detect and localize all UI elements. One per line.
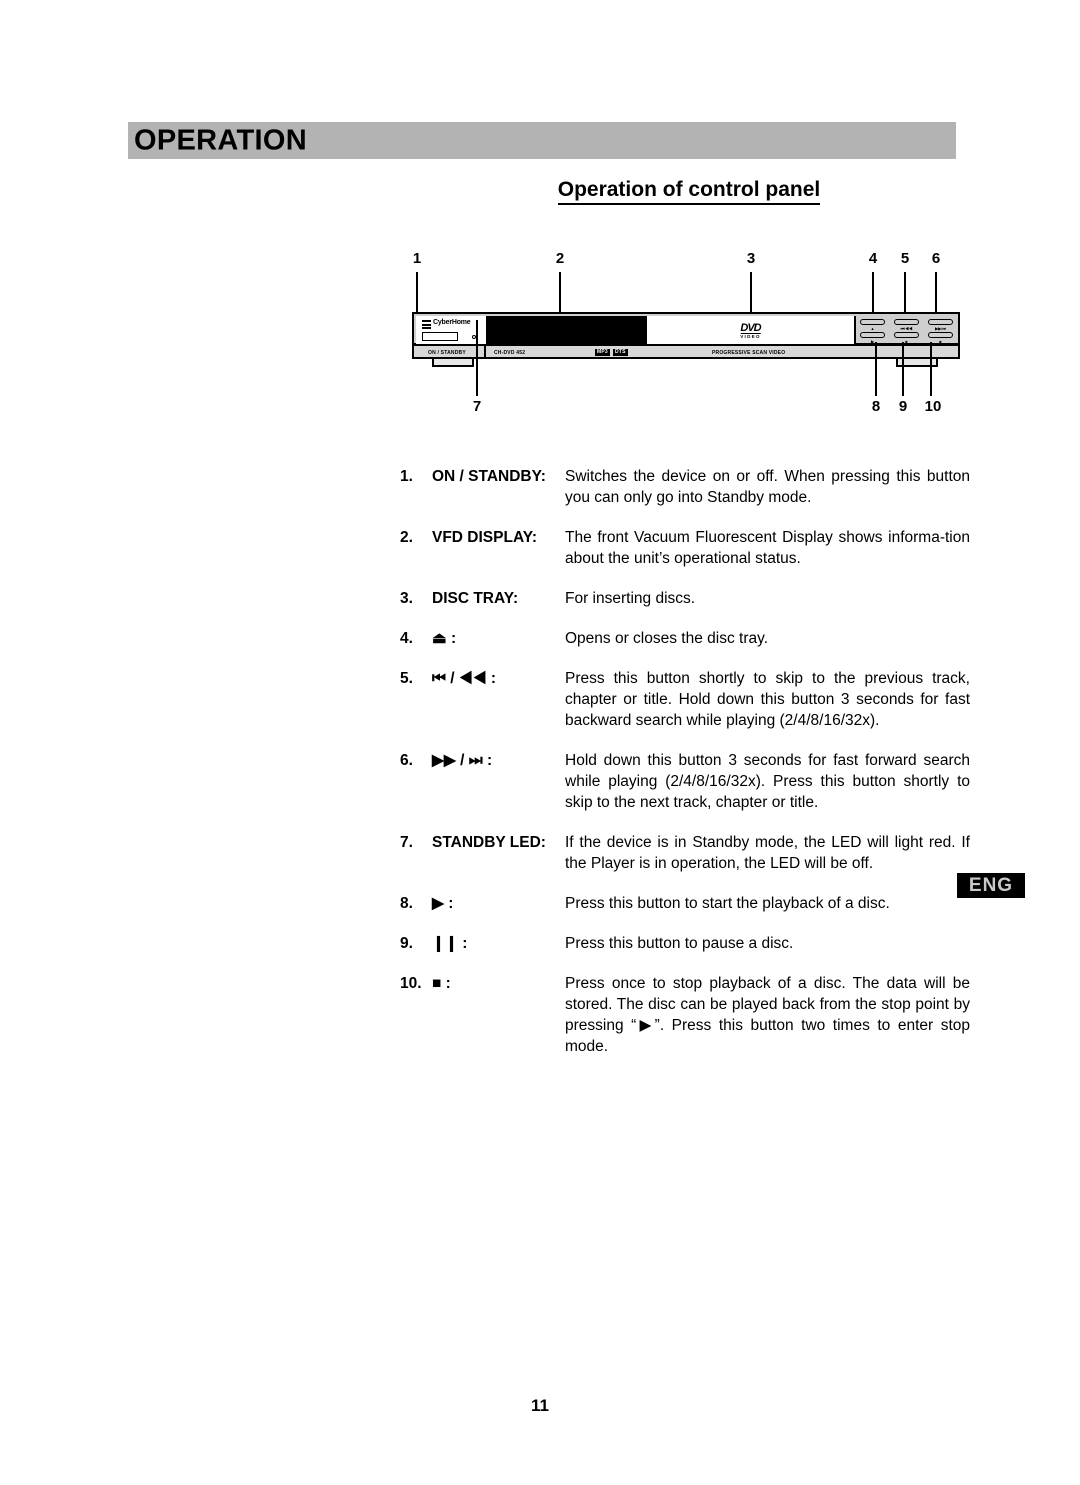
unit-front-face: CyberHome DVD VIDEO ▲ ⏮/◀◀ ▶▶/⏭ ▶ ■ ■ xyxy=(412,312,960,345)
item-description: Press this button shortly to skip to the… xyxy=(565,670,970,729)
dvd-logo-sub: VIDEO xyxy=(740,334,761,339)
page-title: OPERATION xyxy=(134,124,307,156)
callout-number-5: 5 xyxy=(900,250,910,267)
list-item: 7. STANDBY LED: If the device is in Stan… xyxy=(400,832,970,874)
language-side-tab-label: ENG xyxy=(968,874,1014,896)
leader-line-8 xyxy=(875,342,877,396)
leader-line-9 xyxy=(902,342,904,396)
item-description: Press once to stop playback of a disc. T… xyxy=(565,975,970,1055)
language-side-tab: ENG xyxy=(957,873,1025,898)
page-number: 11 xyxy=(531,1396,549,1415)
item-term-previous-rewind-icon: ⏮ / ◀◀ : xyxy=(432,670,496,687)
item-term-forward-next-icon: ▶▶ / ⏭ : xyxy=(432,752,493,769)
list-item: 1. ON / STANDBY: Switches the device on … xyxy=(400,466,970,508)
item-description: Opens or closes the disc tray. xyxy=(565,630,769,647)
item-number: 1. xyxy=(400,468,413,485)
brand-name-label: CyberHome xyxy=(433,319,471,326)
strip-divider xyxy=(484,346,486,357)
unit-foot-left xyxy=(432,359,474,367)
callout-number-7: 7 xyxy=(472,398,482,415)
item-term-eject-icon: ⏏ : xyxy=(432,630,457,647)
leader-line-2 xyxy=(559,272,561,313)
item-number: 7. xyxy=(400,834,413,851)
eject-button-label: ▲ xyxy=(870,326,875,331)
item-term: ON / STANDBY: xyxy=(432,468,546,485)
item-term-stop-icon: ■ : xyxy=(432,975,451,992)
item-term: STANDBY LED: xyxy=(432,834,546,851)
item-number: 3. xyxy=(400,590,413,607)
dvd-player-unit: CyberHome DVD VIDEO ▲ ⏮/◀◀ ▶▶/⏭ ▶ ■ ■ ON… xyxy=(412,312,960,367)
item-description: If the device is in Standby mode, the LE… xyxy=(565,834,970,872)
item-description: The front Vacuum Fluorescent Display sho… xyxy=(565,529,970,567)
model-number-label: CH-DVD 452 xyxy=(494,350,526,356)
section-header-bar: OPERATION xyxy=(128,122,956,159)
dvd-logo-main: DVD xyxy=(740,322,762,334)
item-term-play-icon: ▶ : xyxy=(432,895,454,912)
item-term-pause-icon: ❙❙ : xyxy=(432,935,468,952)
callout-number-4: 4 xyxy=(868,250,878,267)
item-description: Press this button to start the playback … xyxy=(565,895,890,912)
leader-line-4 xyxy=(872,272,874,315)
power-standby-button[interactable] xyxy=(422,332,458,341)
item-number: 6. xyxy=(400,752,413,769)
pause-button[interactable] xyxy=(894,332,919,338)
item-term: VFD DISPLAY: xyxy=(432,529,538,546)
control-button-cluster: ▲ ⏮/◀◀ ▶▶/⏭ ▶ ■ ■ xyxy=(858,316,960,345)
leader-line-6 xyxy=(935,272,937,315)
forward-next-button[interactable] xyxy=(928,319,953,325)
item-description: Hold down this button 3 seconds for fast… xyxy=(565,752,970,811)
play-button[interactable] xyxy=(860,332,885,338)
leader-line-7 xyxy=(476,320,478,396)
list-item: 9. ❙❙ : Press this button to pause a dis… xyxy=(400,933,970,954)
list-item: 2. VFD DISPLAY: The front Vacuum Fluores… xyxy=(400,527,970,569)
callout-number-8: 8 xyxy=(871,398,881,415)
item-description: Press this button to pause a disc. xyxy=(565,935,794,952)
page-subtitle: Operation of control panel xyxy=(409,178,969,205)
leader-line-10 xyxy=(930,342,932,396)
unit-bottom-strip: ON / STANDBY CH-DVD 452 MP3 DTS PROGRESS… xyxy=(412,344,960,359)
callout-number-6: 6 xyxy=(931,250,941,267)
callout-number-10: 10 xyxy=(924,398,942,415)
dvd-video-logo-icon: DVD VIDEO xyxy=(740,322,762,340)
list-item: 8. ▶ : Press this button to start the pl… xyxy=(400,893,970,914)
mp3-logo-icon: MP3 xyxy=(595,349,610,356)
forward-next-button-label: ▶▶/⏭ xyxy=(935,326,946,331)
item-number: 2. xyxy=(400,529,413,546)
previous-rewind-button[interactable] xyxy=(894,319,919,325)
item-description: For inserting discs. xyxy=(565,590,696,607)
callout-number-3: 3 xyxy=(746,250,756,267)
list-item: 5. ⏮ / ◀◀ : Press this button shortly to… xyxy=(400,668,970,731)
disc-tray[interactable]: DVD VIDEO xyxy=(647,316,856,345)
item-term: DISC TRAY: xyxy=(432,590,519,607)
item-number: 5. xyxy=(400,670,413,687)
leader-line-3 xyxy=(750,272,752,313)
item-number: 4. xyxy=(400,630,413,647)
eject-button[interactable] xyxy=(860,319,885,325)
vfd-display-panel xyxy=(488,316,647,345)
item-number: 10. xyxy=(400,975,422,992)
list-item: 10. ■ : Press once to stop playback of a… xyxy=(400,973,970,1057)
page-subtitle-text: Operation of control panel xyxy=(557,178,821,205)
list-item: 3. DISC TRAY: For inserting discs. xyxy=(400,588,970,609)
callout-number-2: 2 xyxy=(555,250,565,267)
callout-number-1: 1 xyxy=(412,250,422,267)
item-number: 9. xyxy=(400,935,413,952)
leader-line-5 xyxy=(904,272,906,315)
progressive-scan-label: PROGRESSIVE SCAN VIDEO xyxy=(712,350,786,356)
callout-number-9: 9 xyxy=(898,398,908,415)
item-number: 8. xyxy=(400,895,413,912)
list-item: 6. ▶▶ / ⏭ : Hold down this button 3 seco… xyxy=(400,750,970,813)
item-description: Switches the device on or off. When pres… xyxy=(565,468,970,506)
previous-rewind-button-label: ⏮/◀◀ xyxy=(900,326,913,331)
stop-button[interactable] xyxy=(928,332,953,338)
dts-logo-icon: DTS xyxy=(613,349,628,356)
control-definition-list: 1. ON / STANDBY: Switches the device on … xyxy=(400,466,970,1076)
front-panel-diagram: 1 2 3 4 5 6 CyberHome DVD VIDEO ▲ ⏮/◀◀ ▶… xyxy=(400,250,960,422)
list-item: 4. ⏏ : Opens or closes the disc tray. xyxy=(400,628,970,649)
cyberhome-logo-icon xyxy=(422,320,431,329)
on-standby-label: ON / STANDBY xyxy=(428,350,466,356)
